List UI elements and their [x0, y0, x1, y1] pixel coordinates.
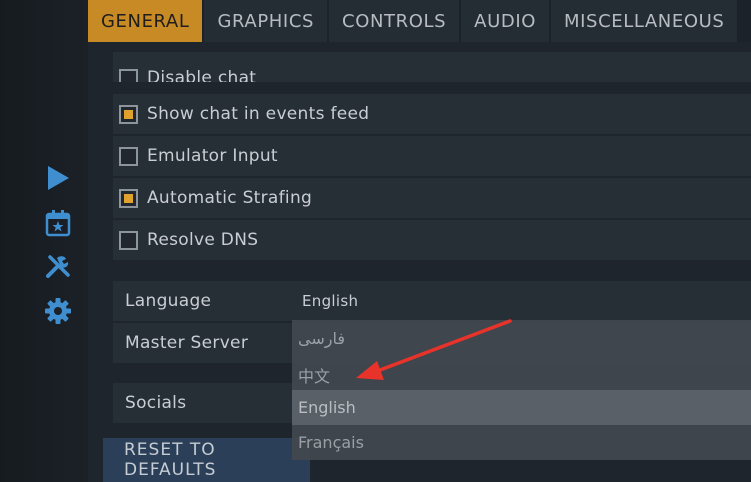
language-option-chinese[interactable]: 中文: [292, 357, 751, 392]
disable-chat-label: Disable chat: [147, 68, 257, 82]
tab-audio[interactable]: AUDIO: [461, 0, 549, 42]
show-chat-checkbox[interactable]: [119, 104, 138, 124]
sidebar: [0, 0, 88, 482]
resolve-dns-label: Resolve DNS: [147, 230, 259, 250]
tab-controls[interactable]: CONTROLS: [329, 0, 460, 42]
disable-chat-checkbox[interactable]: [119, 69, 138, 82]
tab-miscellaneous[interactable]: MISCELLANEOUS: [551, 0, 738, 42]
setting-row-automatic-strafing[interactable]: Automatic Strafing: [113, 178, 751, 218]
language-option-french[interactable]: Français: [292, 425, 751, 460]
setting-row-show-chat[interactable]: Show chat in events feed: [113, 94, 751, 134]
settings-tabs: GENERAL GRAPHICS CONTROLS AUDIO MISCELLA…: [88, 0, 739, 42]
language-select[interactable]: English: [302, 292, 358, 310]
tab-graphics[interactable]: GRAPHICS: [204, 0, 328, 42]
emulator-input-label: Emulator Input: [147, 146, 278, 166]
play-icon[interactable]: [44, 164, 72, 192]
emulator-input-checkbox[interactable]: [119, 146, 138, 166]
automatic-strafing-label: Automatic Strafing: [147, 188, 313, 208]
tab-general[interactable]: GENERAL: [88, 0, 203, 42]
reset-to-defaults-button[interactable]: RESET TO DEFAULTS: [103, 438, 310, 482]
socials-label: Socials: [125, 393, 187, 413]
setting-row-resolve-dns[interactable]: Resolve DNS: [113, 220, 751, 260]
resolve-dns-checkbox[interactable]: [119, 230, 138, 250]
setting-row-emulator-input[interactable]: Emulator Input: [113, 136, 751, 176]
calendar-star-icon[interactable]: [44, 209, 72, 237]
show-chat-label: Show chat in events feed: [147, 104, 370, 124]
setting-row-disable-chat[interactable]: Disable chat: [113, 52, 751, 82]
gear-icon[interactable]: [44, 297, 72, 325]
language-option-english[interactable]: English: [292, 390, 751, 425]
automatic-strafing-checkbox[interactable]: [119, 188, 138, 208]
tools-icon[interactable]: [44, 253, 72, 281]
language-label: Language: [125, 291, 212, 311]
setting-row-language[interactable]: Language English: [113, 281, 751, 321]
language-option-persian[interactable]: فارسی: [292, 321, 751, 356]
language-dropdown: فارسی 中文 English Français: [292, 320, 751, 460]
master-server-label: Master Server: [125, 333, 249, 353]
